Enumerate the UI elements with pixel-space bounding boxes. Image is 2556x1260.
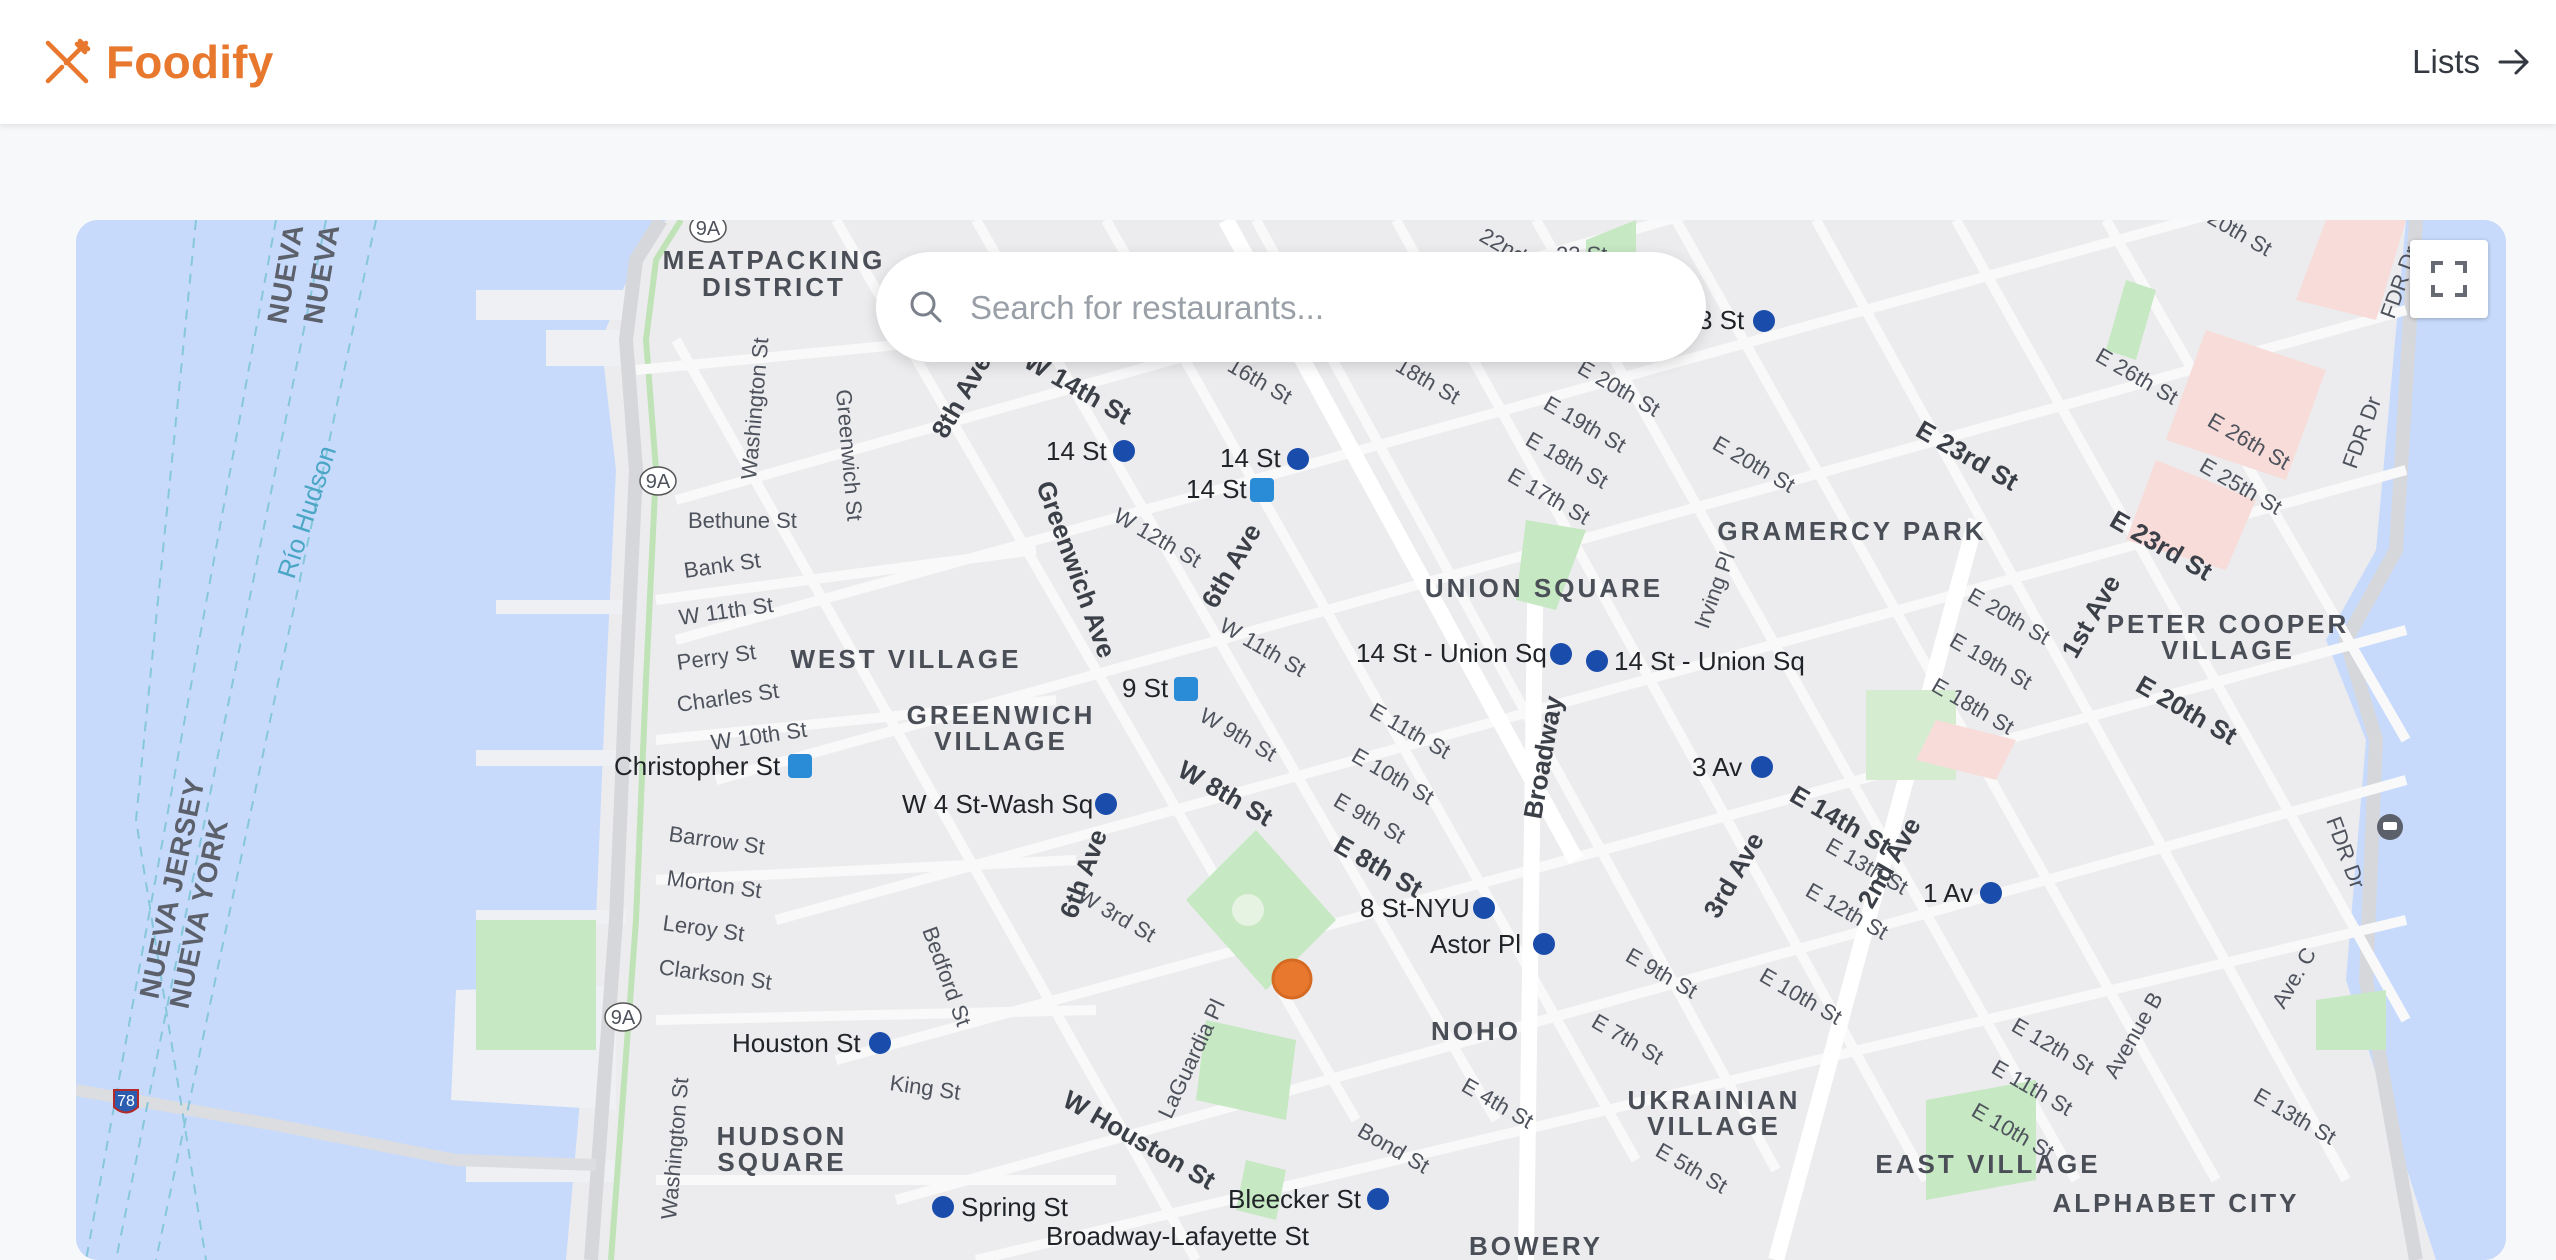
svg-text:78: 78 <box>117 1093 135 1110</box>
svg-text:9A: 9A <box>696 220 721 240</box>
station-14-st-union-sq-a: 14 St - Union Sq <box>1356 638 1572 668</box>
hood-west-village: WEST VILLAGE <box>791 644 1022 674</box>
street-map[interactable]: MEATPACKING DISTRICT WEST VILLAGE GREENW… <box>76 220 2506 1260</box>
station-1-av: 1 Av <box>1923 878 2002 908</box>
ferry-icon <box>2377 814 2403 840</box>
hood-meatpacking: MEATPACKING <box>663 245 886 275</box>
route-78-shield: 78 <box>113 1089 139 1114</box>
station-broadway-lafayette-st: Broadway-Lafayette St <box>1046 1221 1310 1251</box>
route-9a-shield-bottom: 9A <box>604 1002 642 1032</box>
svg-text:Spring St: Spring St <box>961 1192 1069 1222</box>
arrow-right-icon <box>2498 49 2529 75</box>
hood-noho: NOHO <box>1431 1016 1521 1046</box>
fullscreen-icon <box>2431 261 2467 297</box>
hood-greenwich-village: VILLAGE <box>934 726 1068 756</box>
svg-text:Broadway-Lafayette St: Broadway-Lafayette St <box>1046 1221 1310 1251</box>
map-container[interactable]: MEATPACKING DISTRICT WEST VILLAGE GREENW… <box>76 220 2506 1260</box>
station-w-4-st-wash-sq: W 4 St-Wash Sq <box>902 789 1117 819</box>
hood-peter-cooper-village: VILLAGE <box>2161 635 2295 665</box>
svg-text:Bethune St: Bethune St <box>688 508 797 533</box>
svg-text:9A: 9A <box>611 1007 636 1029</box>
svg-text:Houston St: Houston St <box>732 1028 861 1058</box>
route-9a-shield-top: 9A <box>689 220 727 243</box>
app-header: Foodify Lists <box>0 0 2556 124</box>
svg-text:9A: 9A <box>646 471 671 493</box>
location-dot-icon[interactable] <box>1271 958 1313 1000</box>
station-14-st-union-sq-b: 14 St - Union Sq <box>1586 646 1805 676</box>
svg-text:14 St - Union Sq: 14 St - Union Sq <box>1356 638 1547 668</box>
svg-text:14 St - Union Sq: 14 St - Union Sq <box>1614 646 1805 676</box>
fullscreen-button[interactable] <box>2410 240 2488 318</box>
svg-text:14 St: 14 St <box>1046 436 1107 466</box>
brand-name: Foodify <box>106 36 274 88</box>
svg-text:W 4 St-Wash Sq: W 4 St-Wash Sq <box>902 789 1093 819</box>
hood-hudson-square: SQUARE <box>717 1147 846 1177</box>
station-9-st: 9 St <box>1122 673 1198 703</box>
svg-text:Bleecker St: Bleecker St <box>1228 1184 1362 1214</box>
station-3-av: 3 Av <box>1692 752 1773 782</box>
route-9a-shield-mid: 9A <box>639 466 677 496</box>
fork-knife-icon <box>45 38 91 84</box>
search-input[interactable] <box>968 272 1672 344</box>
lists-label: Lists <box>2412 43 2480 80</box>
svg-text:Astor Pl: Astor Pl <box>1430 929 1521 959</box>
station-14-st-a: 14 St <box>1046 436 1135 466</box>
brand-logo[interactable]: Foodify <box>42 34 273 90</box>
svg-text:Christopher St: Christopher St <box>614 751 781 781</box>
hood-ukrainian-village: VILLAGE <box>1647 1111 1781 1141</box>
hood-east-village: EAST VILLAGE <box>1875 1149 2100 1179</box>
svg-text:14 St: 14 St <box>1186 474 1247 504</box>
hood-bowery: BOWERY <box>1469 1231 1603 1260</box>
svg-text:1 Av: 1 Av <box>1923 878 1973 908</box>
hood-alphabet-city: ALPHABET CITY <box>2053 1188 2300 1218</box>
station-14-st-c: 14 St <box>1186 474 1274 504</box>
svg-text:3 Av: 3 Av <box>1692 752 1742 782</box>
hood-district: DISTRICT <box>702 272 846 302</box>
svg-text:9 St: 9 St <box>1122 673 1169 703</box>
svg-text:14 St: 14 St <box>1220 443 1281 473</box>
hood-gramercy-park: GRAMERCY PARK <box>1717 516 1986 546</box>
lists-link[interactable]: Lists <box>2412 34 2532 90</box>
hood-union-square: UNION SQUARE <box>1425 573 1663 603</box>
search-icon <box>910 291 942 323</box>
search-bar[interactable] <box>876 252 1706 362</box>
